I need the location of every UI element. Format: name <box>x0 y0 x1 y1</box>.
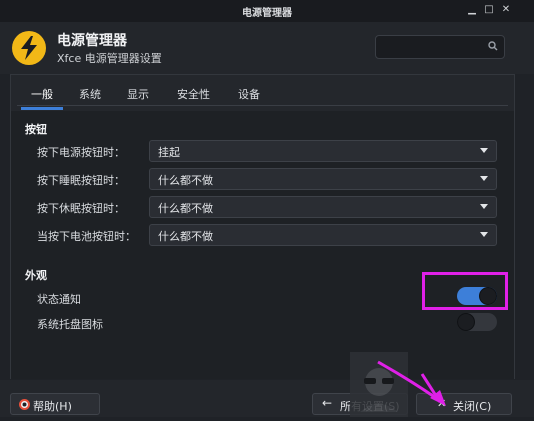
active-tab-indicator <box>21 107 63 110</box>
app-name: 电源管理器 <box>57 33 127 49</box>
tab-display[interactable]: 显示 <box>127 86 149 102</box>
app-header: 电源管理器 Xfce 电源管理器设置 <box>0 22 534 74</box>
window-title: 电源管理器 <box>242 8 292 19</box>
status-notify-label: 状态通知 <box>37 293 81 306</box>
battery-button-label: 当按下电池按钮时： <box>37 230 136 243</box>
close-icon: ✕ <box>437 397 447 410</box>
tab-system[interactable]: 系统 <box>79 86 101 102</box>
search-input[interactable] <box>375 35 505 59</box>
chevron-down-icon <box>480 176 488 181</box>
hibernate-button-label: 按下休眠按钮时： <box>37 202 125 215</box>
close-button[interactable]: ✕ 关闭(C) <box>416 393 512 415</box>
hibernate-button-select[interactable]: 什么都不做 <box>149 196 497 218</box>
battery-button-value: 什么都不做 <box>158 230 213 243</box>
help-icon <box>19 399 30 410</box>
arrow-left-icon: ← <box>322 396 333 410</box>
tab-security[interactable]: 安全性 <box>177 86 210 102</box>
settings-content: 一般 系统 显示 安全性 设备 按钮 按下电源按钮时： 挂起 按下睡眠按钮时： … <box>10 74 515 379</box>
help-button-label: 帮助(H) <box>33 400 72 413</box>
app-subtitle: Xfce 电源管理器设置 <box>57 52 162 65</box>
sleep-button-label: 按下睡眠按钮时： <box>37 174 125 187</box>
tab-general[interactable]: 一般 <box>31 86 53 102</box>
window-titlebar: 电源管理器 ▁ □ ✕ <box>0 0 534 23</box>
section-title-appearance: 外观 <box>25 269 47 282</box>
power-button-select[interactable]: 挂起 <box>149 140 497 162</box>
general-panel: 按钮 按下电源按钮时： 挂起 按下睡眠按钮时： 什么都不做 按下休眠按钮时： 什… <box>11 111 514 379</box>
sleep-button-select[interactable]: 什么都不做 <box>149 168 497 190</box>
battery-button-select[interactable]: 什么都不做 <box>149 224 497 246</box>
close-icon[interactable]: ✕ <box>500 4 512 16</box>
tray-icon-switch[interactable] <box>457 313 497 331</box>
hibernate-button-value: 什么都不做 <box>158 202 213 215</box>
switch-knob <box>457 313 475 331</box>
chevron-down-icon <box>480 148 488 153</box>
minimize-icon[interactable]: ▁ <box>466 4 478 16</box>
annotation-highlight-box <box>422 272 508 310</box>
dialog-footer: 帮助(H) ← 所有设置(S) ✕ 关闭(C) <box>0 380 534 417</box>
power-manager-icon <box>12 31 46 65</box>
sleep-button-value: 什么都不做 <box>158 174 213 187</box>
maximize-icon[interactable]: □ <box>483 4 495 16</box>
overlay-watermark-image <box>350 352 408 417</box>
chevron-down-icon <box>480 204 488 209</box>
tray-icon-label: 系统托盘图标 <box>37 318 103 331</box>
help-button[interactable]: 帮助(H) <box>10 393 100 415</box>
power-button-value: 挂起 <box>158 146 180 159</box>
search-icon <box>488 41 498 51</box>
close-button-label: 关闭(C) <box>453 400 492 413</box>
power-button-label: 按下电源按钮时： <box>37 146 125 159</box>
tab-devices[interactable]: 设备 <box>238 86 260 102</box>
chevron-down-icon <box>480 232 488 237</box>
section-title-buttons: 按钮 <box>25 123 47 136</box>
tab-bar: 一般 系统 显示 安全性 设备 <box>17 81 508 110</box>
